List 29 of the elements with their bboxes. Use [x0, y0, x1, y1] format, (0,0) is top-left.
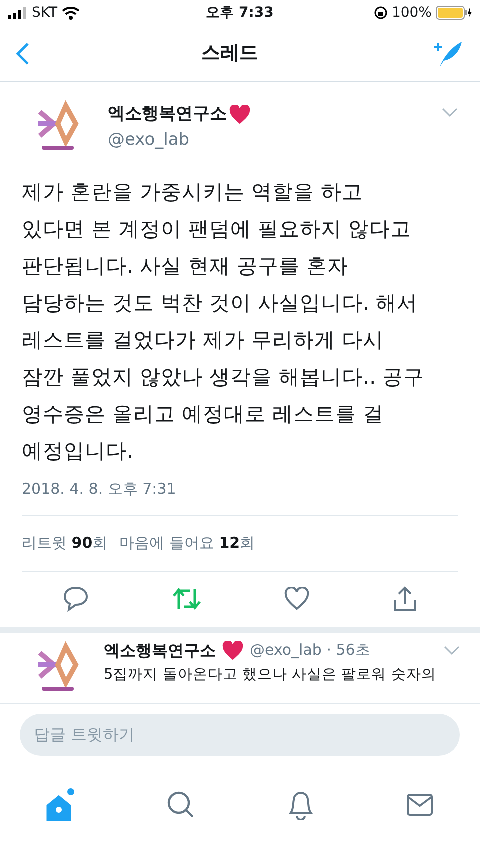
- reply-text: 5집까지 돌아온다고 했으나 사실은 팔로워 숫자의: [104, 666, 438, 684]
- tweet-text: 제가 혼란을 가중시키는 역할을 하고 있다면 본 계정이 팬덤에 필요하지 않다고 판단됩니다. 사실 현재 공구를 혼자 담당하는 것도 벅찬 것이 사실입니다. 해서 레스트를 걸었다가 제가 무리하게 다시 잠깐 풀었지 않았나 생각을 해봅니다.. 공구 영수증은 올리고 예정대로 레스트를 걸 예정입니다.: [22, 179, 426, 465]
- clock-time: 오후 7:33: [206, 4, 274, 22]
- share-icon[interactable]: [392, 586, 417, 612]
- reply-field[interactable]: 답글 트윗하기: [20, 714, 460, 756]
- home-icon[interactable]: [46, 788, 76, 822]
- retweet-count[interactable]: 리트윗 90회: [22, 532, 108, 554]
- like-count[interactable]: 마음에 들어요 12회: [120, 532, 256, 554]
- screen-title: 스레드: [202, 41, 258, 66]
- heart-icon: [229, 104, 251, 125]
- author-name[interactable]: 엑소행복연구소: [104, 638, 216, 662]
- search-icon[interactable]: [167, 790, 196, 819]
- tweet-date: 2018. 4. 8. 오후 7:31: [22, 479, 178, 500]
- signal-icon: [8, 7, 28, 19]
- author-handle[interactable]: @exo_lab: [108, 128, 420, 153]
- heart-icon: [222, 640, 244, 660]
- retweet-icon[interactable]: [172, 587, 202, 611]
- envelope-icon[interactable]: [406, 792, 434, 817]
- battery-percent: 100%: [392, 4, 432, 22]
- like-icon[interactable]: [284, 587, 310, 611]
- reply-icon[interactable]: [63, 586, 90, 612]
- rotation-lock-icon: [374, 6, 388, 20]
- author-name[interactable]: 엑소행복연구소: [108, 102, 227, 128]
- wifi-icon: [62, 6, 80, 20]
- back-icon[interactable]: [16, 42, 30, 66]
- bell-icon[interactable]: [286, 790, 315, 820]
- carrier-name: SKT: [32, 4, 58, 22]
- author-handle[interactable]: @exo_lab · 56초: [250, 639, 370, 662]
- battery-icon: [436, 6, 472, 20]
